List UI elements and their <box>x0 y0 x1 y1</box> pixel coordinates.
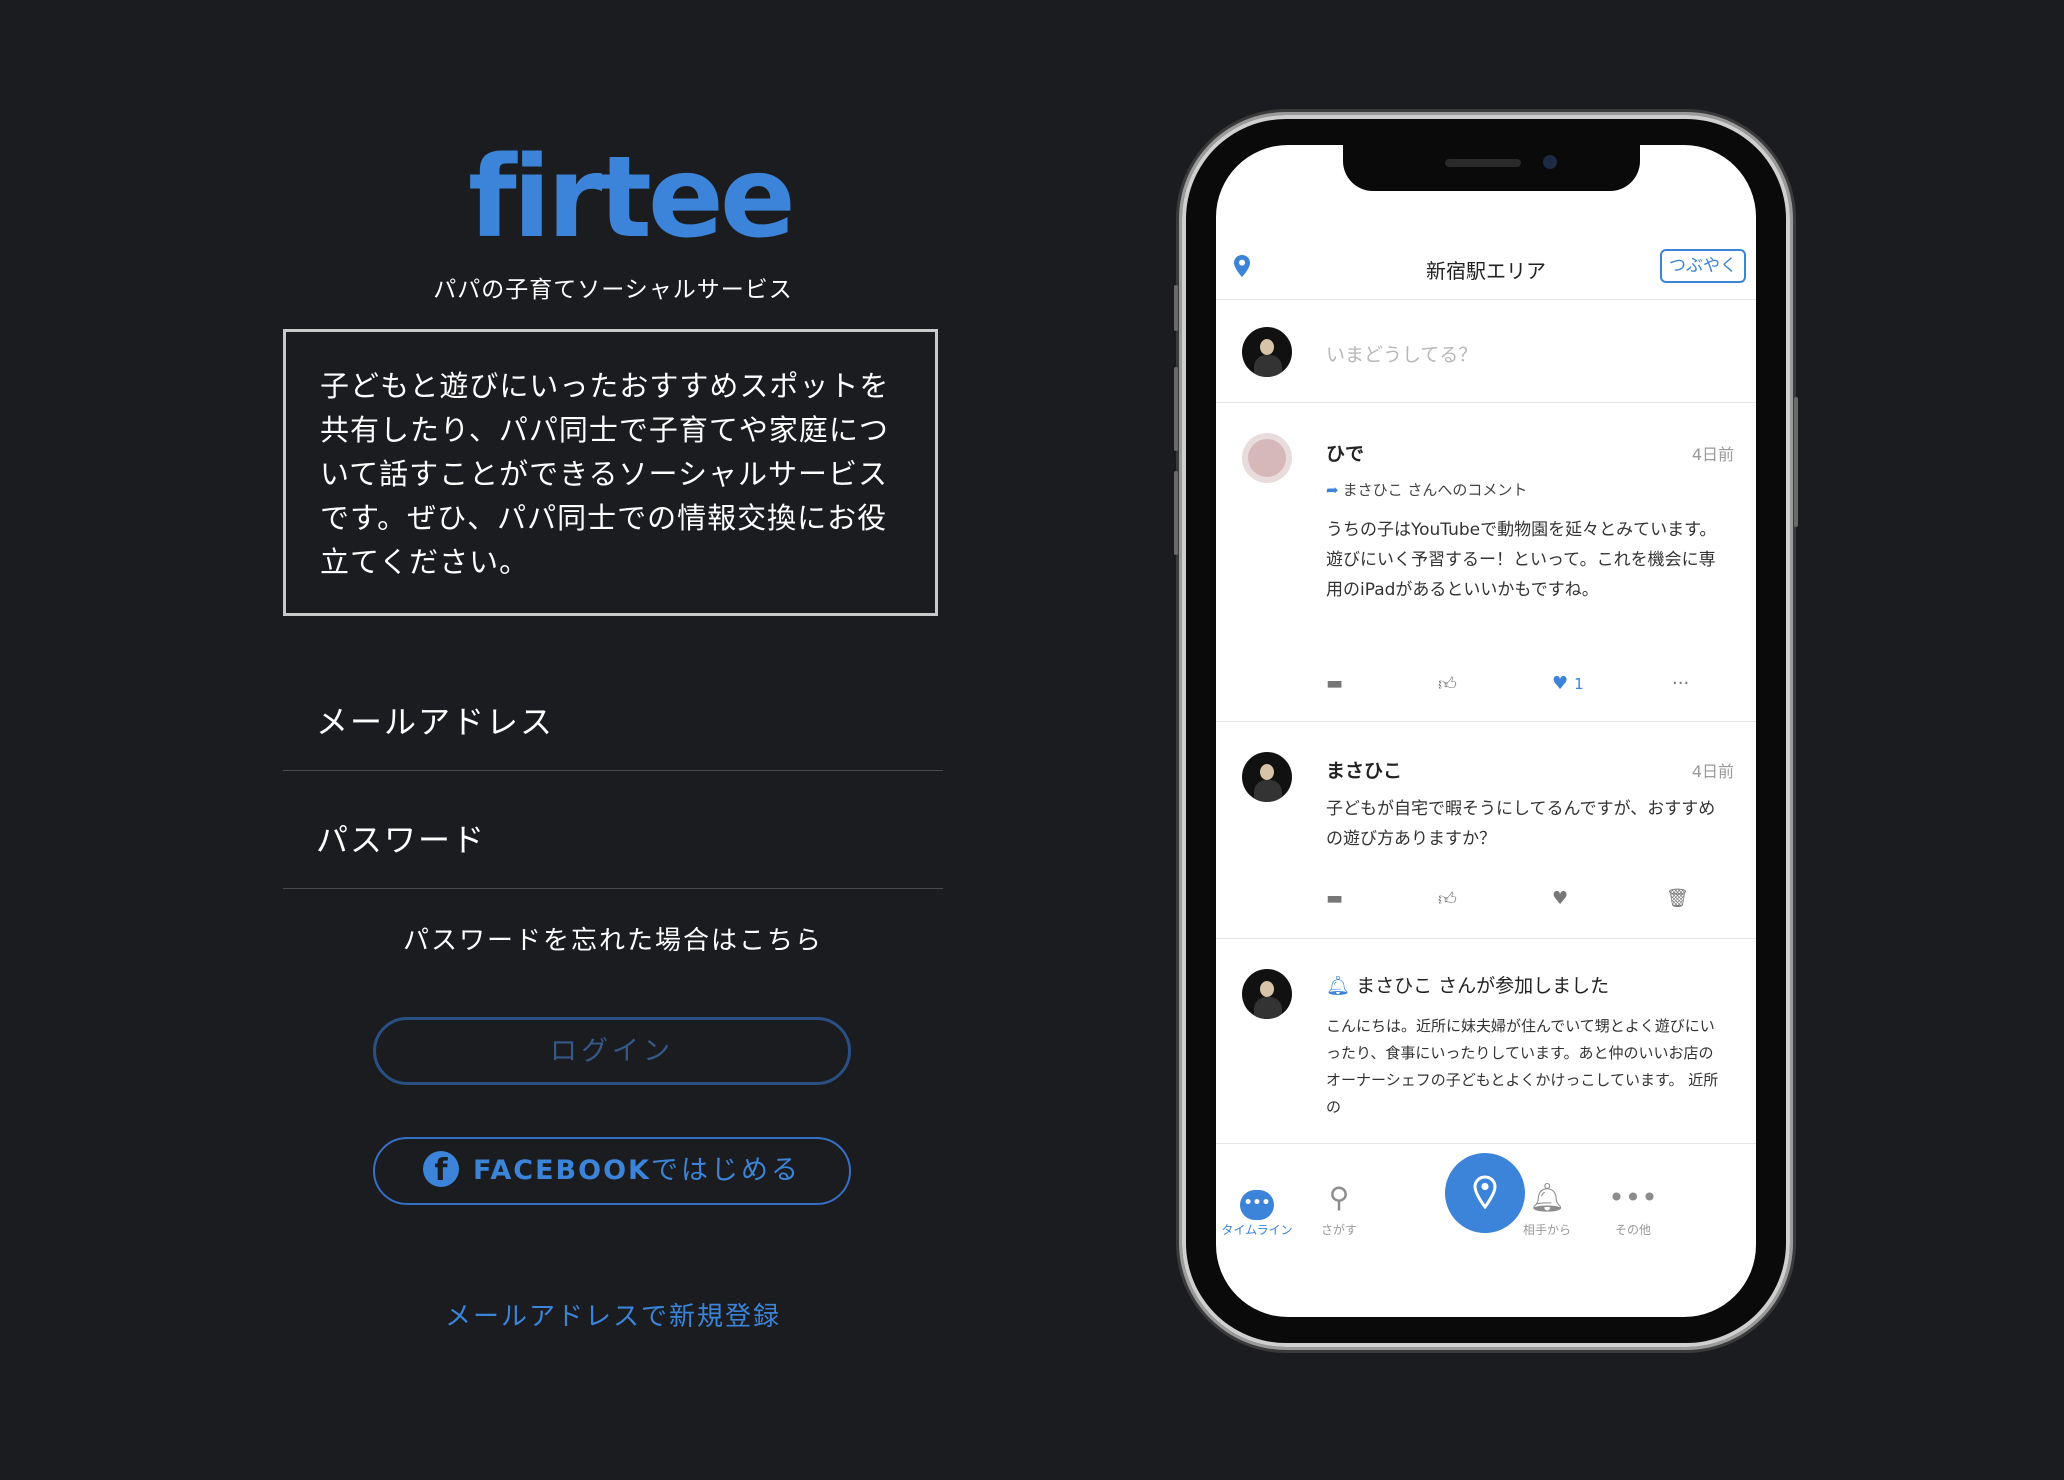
phone-mute-switch <box>1174 285 1178 331</box>
tab-more-label: その他 <box>1614 1223 1651 1237</box>
facebook-icon: f <box>423 1150 460 1187</box>
tab-search[interactable]: ⚲ さがす <box>1294 1179 1384 1238</box>
description-box: 子どもと遊びにいったおすすめスポットを共有したり、パパ同士で子育てや家庭について… <box>283 329 938 616</box>
reply-indicator: ➦ まさひこ さんへのコメント <box>1326 479 1527 500</box>
location-pin-icon <box>1473 1175 1497 1209</box>
comment-icon[interactable]: ▬ <box>1326 888 1343 909</box>
post-time: 4日前 <box>1691 445 1734 464</box>
thumbs-up-icon[interactable]: 👍︎ <box>1438 673 1457 695</box>
heart-icon[interactable]: ♥ <box>1552 888 1568 909</box>
avatar <box>1242 752 1292 802</box>
phone-notch <box>1343 145 1640 191</box>
description-text: 子どもと遊びにいったおすすめスポットを共有したり、パパ同士で子育てや家庭について… <box>320 369 890 579</box>
compose-placeholder[interactable]: いまどうしてる？ <box>1326 340 1477 367</box>
comment-icon[interactable]: ▬ <box>1326 673 1343 694</box>
reply-to-text: まさひこ さんへのコメント <box>1342 481 1528 499</box>
logo: firtee <box>468 133 796 263</box>
tab-notifications-label: 相手から <box>1522 1223 1571 1237</box>
more-icon: ••• <box>1608 1181 1658 1214</box>
post-actions: ▬ 👍︎ ♥ 1 ··· <box>1326 673 1726 697</box>
avatar <box>1242 969 1292 1019</box>
tweet-button[interactable]: つぶやく <box>1660 249 1746 283</box>
facebook-brand-label: FACEBOOK <box>473 1155 651 1186</box>
tab-timeline-label: タイムライン <box>1221 1223 1293 1237</box>
reply-icon: ➦ <box>1326 481 1339 499</box>
facebook-suffix-label: ではじめる <box>650 1155 801 1186</box>
avatar <box>1242 433 1292 483</box>
forgot-password-link[interactable]: パスワードを忘れた場合はこちら <box>283 920 943 957</box>
email-field[interactable]: メールアドレス <box>283 700 943 771</box>
notice-title: 🔔︎ まさひこ さんが参加しました <box>1326 971 1609 998</box>
app-bar: 新宿駅エリア つぶやく <box>1216 233 1756 300</box>
join-notice[interactable]: 🔔︎ まさひこ さんが参加しました こんにちは。近所に妹夫婦が住んでいて甥とよく遊… <box>1216 939 1756 1144</box>
chat-bubble-icon: ••• <box>1216 1179 1302 1220</box>
timeline-post[interactable]: ひで 4日前 ➦ まさひこ さんへのコメント うちの子はYouTubeで動物園を延… <box>1216 403 1756 722</box>
notice-title-text: まさひこ さんが参加しました <box>1356 975 1610 997</box>
post-time: 4日前 <box>1691 762 1734 781</box>
compose-box[interactable]: いまどうしてる？ <box>1216 300 1756 403</box>
search-icon: ⚲ <box>1328 1181 1350 1214</box>
like-count: 1 <box>1574 675 1584 693</box>
password-label: パスワード <box>316 821 487 859</box>
tagline: パパの子育てソーシャルサービス <box>433 277 793 303</box>
thumbs-up-icon[interactable]: 👍︎ <box>1438 888 1457 910</box>
notice-body: こんにちは。近所に妹夫婦が住んでいて甥とよく遊びにいったり、食事にいったりしてい… <box>1326 1017 1719 1116</box>
facebook-login-button[interactable]: f FACEBOOKではじめる <box>373 1137 851 1205</box>
register-link[interactable]: メールアドレスで新規登録 <box>283 1296 943 1333</box>
tab-bar: ••• タイムライン ⚲ さがす 🔔︎ 相手から ••• その他 <box>1216 1153 1756 1275</box>
phone-volume-up <box>1174 367 1178 451</box>
phone-camera <box>1543 155 1557 169</box>
bell-icon: 🔔︎ <box>1326 975 1351 997</box>
post-body: 子どもが自宅で暇そうにしてるんですが、おすすめの遊び方ありますか？ <box>1326 799 1716 849</box>
post-author: まさひこ <box>1326 760 1403 782</box>
post-author: ひで <box>1326 443 1365 465</box>
timeline-post[interactable]: まさひこ 4日前 子どもが自宅で暇そうにしてるんですが、おすすめの遊び方あります… <box>1216 722 1756 939</box>
phone-power-button <box>1794 397 1798 527</box>
trash-icon[interactable]: 🗑︎ <box>1666 888 1689 909</box>
login-button[interactable]: ログイン <box>373 1017 851 1085</box>
avatar <box>1242 327 1292 377</box>
tab-timeline[interactable]: ••• タイムライン <box>1216 1179 1302 1238</box>
bell-icon: 🔔︎ <box>1529 1181 1565 1214</box>
logo-text: firtee <box>468 133 796 263</box>
post-actions: ▬ 👍︎ ♥ 🗑︎ <box>1326 888 1726 912</box>
post-body: うちの子はYouTubeで動物園を延々とみています。遊びにいく予習するー！といっ… <box>1326 520 1717 600</box>
phone-screen: 新宿駅エリア つぶやく いまどうしてる？ ひで 4日前 ➦ まさひこ さんへのコメ… <box>1216 145 1756 1317</box>
phone-speaker <box>1445 159 1521 167</box>
phone-volume-down <box>1174 471 1178 555</box>
tab-search-label: さがす <box>1320 1223 1357 1237</box>
password-field[interactable]: パスワード <box>283 818 943 889</box>
more-icon[interactable]: ··· <box>1672 673 1689 694</box>
heart-icon[interactable]: ♥ 1 <box>1552 673 1584 694</box>
tab-more[interactable]: ••• その他 <box>1588 1179 1678 1238</box>
tab-notifications[interactable]: 🔔︎ 相手から <box>1502 1179 1592 1238</box>
email-label: メールアドレス <box>316 703 555 741</box>
phone-mockup: 新宿駅エリア つぶやく いまどうしてる？ ひで 4日前 ➦ まさひこ さんへのコメ… <box>1174 115 1798 1347</box>
